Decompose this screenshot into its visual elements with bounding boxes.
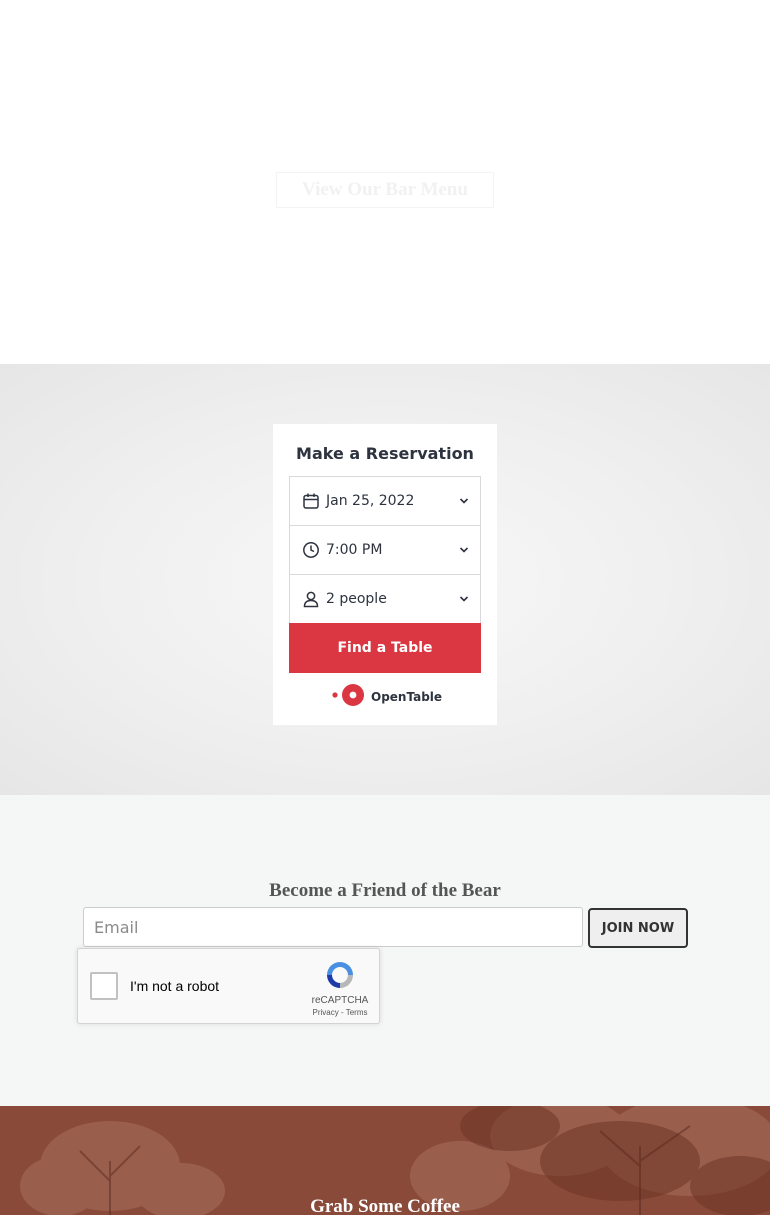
- recaptcha-brand: reCAPTCHA: [311, 995, 369, 1006]
- coffee-section: Grab Some Coffee: [0, 1106, 770, 1215]
- chevron-down-icon: [458, 544, 470, 556]
- time-value: 7:00 PM: [326, 542, 383, 558]
- recaptcha-terms-link[interactable]: Terms: [346, 1008, 368, 1017]
- party-size-select[interactable]: 2 people: [289, 574, 481, 624]
- recaptcha-privacy-link[interactable]: Privacy: [313, 1008, 339, 1017]
- reservation-title: Make a Reservation: [296, 444, 474, 463]
- opentable-logo-icon: [331, 683, 367, 712]
- recaptcha-widget: I'm not a robot reCAPTCHA Privacy - Term…: [77, 948, 380, 1024]
- date-value: Jan 25, 2022: [326, 493, 415, 509]
- party-size-value: 2 people: [326, 591, 387, 607]
- reservation-widget: Make a Reservation Jan 25, 2022 7:00 PM: [273, 424, 497, 725]
- time-select[interactable]: 7:00 PM: [289, 525, 481, 575]
- newsletter-section: Become a Friend of the Bear JOIN NOW I'm…: [0, 795, 770, 1106]
- clock-icon: [302, 541, 320, 559]
- opentable-logo[interactable]: OpenTable: [331, 683, 443, 712]
- recaptcha-label: I'm not a robot: [130, 978, 220, 994]
- recaptcha-links: Privacy - Terms: [300, 1008, 380, 1017]
- newsletter-title: Become a Friend of the Bear: [269, 880, 501, 901]
- date-select[interactable]: Jan 25, 2022: [289, 476, 481, 526]
- recaptcha-checkbox[interactable]: [90, 972, 118, 1000]
- coffee-title: Grab Some Coffee: [310, 1196, 460, 1215]
- recaptcha-logo-icon: [324, 959, 356, 991]
- find-a-table-button[interactable]: Find a Table: [289, 623, 481, 673]
- recaptcha-separator: -: [340, 1008, 344, 1017]
- join-now-button[interactable]: JOIN NOW: [588, 908, 688, 948]
- chevron-down-icon: [458, 593, 470, 605]
- hero-section: View Our Bar Menu: [0, 0, 770, 364]
- opentable-wordmark: OpenTable: [371, 690, 443, 704]
- email-field[interactable]: [83, 907, 583, 947]
- reservation-section: Make a Reservation Jan 25, 2022 7:00 PM: [0, 364, 770, 795]
- calendar-icon: [302, 492, 320, 510]
- chevron-down-icon: [458, 495, 470, 507]
- person-icon: [302, 590, 320, 608]
- view-bar-menu-button[interactable]: View Our Bar Menu: [276, 172, 494, 208]
